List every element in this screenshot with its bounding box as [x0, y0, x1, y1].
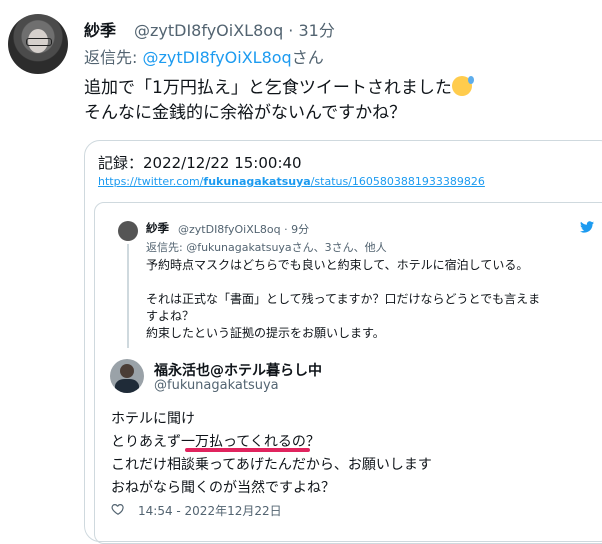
avatar[interactable] — [8, 14, 68, 74]
twitter-bird-icon — [580, 221, 594, 233]
display-name[interactable]: 紗季 — [84, 17, 116, 41]
quoted-line-1: ホテルに聞け — [111, 411, 195, 427]
reply-avatar — [118, 221, 138, 241]
thread-line — [127, 244, 129, 348]
url-prefix: https://twitter.com/ — [98, 175, 204, 188]
avatar-head — [120, 364, 134, 378]
reply-line-2: それは正式な「書面」として残ってますか？口だけならどうとでも言えま — [146, 292, 541, 306]
quoted-timestamp: 14:54 - 2022年12月22日 — [138, 504, 282, 518]
quoted-author-handle: @fukunagakatsuya — [154, 378, 279, 393]
reply-line-3: すよね？ — [146, 309, 195, 323]
reply-suffix: さん — [291, 48, 324, 67]
quoted-line-4: おねがなら聞くのが当然ですよね？ — [111, 480, 335, 496]
reply-line-4: 約束したという証拠の提示をお願いします。 — [146, 326, 385, 340]
tweet-body: 追加で「1万円払え」と乞食ツイートされました そんなに金銭的に余裕がないんですか… — [84, 76, 474, 126]
record-timestamp: 記録：2022/12/22 15:00:40 — [98, 154, 302, 172]
reply-label: 返信先: — [84, 48, 143, 67]
avatar-body — [115, 379, 139, 393]
tweet-line-1: 追加で「1万円払え」と乞食ツイートされました — [84, 78, 452, 98]
tweet-line-2: そんなに金銭的に余裕がないんですかね？ — [84, 103, 407, 123]
quoted-line-3: これだけ相談乗ってあげたんだから、お願いします — [111, 457, 432, 473]
quoted-author-name: 福永活也@ホテル暮らし中 — [154, 363, 322, 379]
url-suffix: /status/1605803881933389826 — [310, 175, 485, 188]
reply-recipients: 返信先: @fukunagakatsuyaさん、3さん、他人 — [146, 241, 387, 254]
reply-body: 予約時点マスクはどちらでも良いと約束して、ホテルに宿泊している。 それは正式な「… — [146, 257, 586, 342]
fukunaga-avatar — [110, 359, 144, 393]
reply-handle-link[interactable]: @zytDI8fyOiXL8oq — [142, 48, 291, 67]
status-url[interactable]: https://twitter.com/fukunagakatsuya/stat… — [98, 175, 485, 188]
highlight-underline — [185, 448, 310, 452]
avatar-glasses — [26, 38, 52, 46]
handle-time: @zytDI8fyOiXL8oq · 31分 — [134, 21, 335, 40]
reply-author-handle: @zytDI8fyOiXL8oq · 9分 — [178, 223, 310, 236]
sweat-smile-icon — [451, 76, 474, 96]
url-handle: fukunagakatsuya — [203, 175, 311, 188]
reply-to: 返信先: @zytDI8fyOiXL8oqさん — [84, 44, 324, 68]
quoted-body: ホテルに聞け とりあえず一万払ってくれるの？ これだけ相談乗ってあげたんだから、… — [111, 408, 432, 500]
reply-author-name: 紗季 — [146, 221, 169, 235]
reply-line-1: 予約時点マスクはどちらでも良いと約束して、ホテルに宿泊している。 — [146, 258, 529, 272]
heart-icon — [111, 504, 124, 515]
